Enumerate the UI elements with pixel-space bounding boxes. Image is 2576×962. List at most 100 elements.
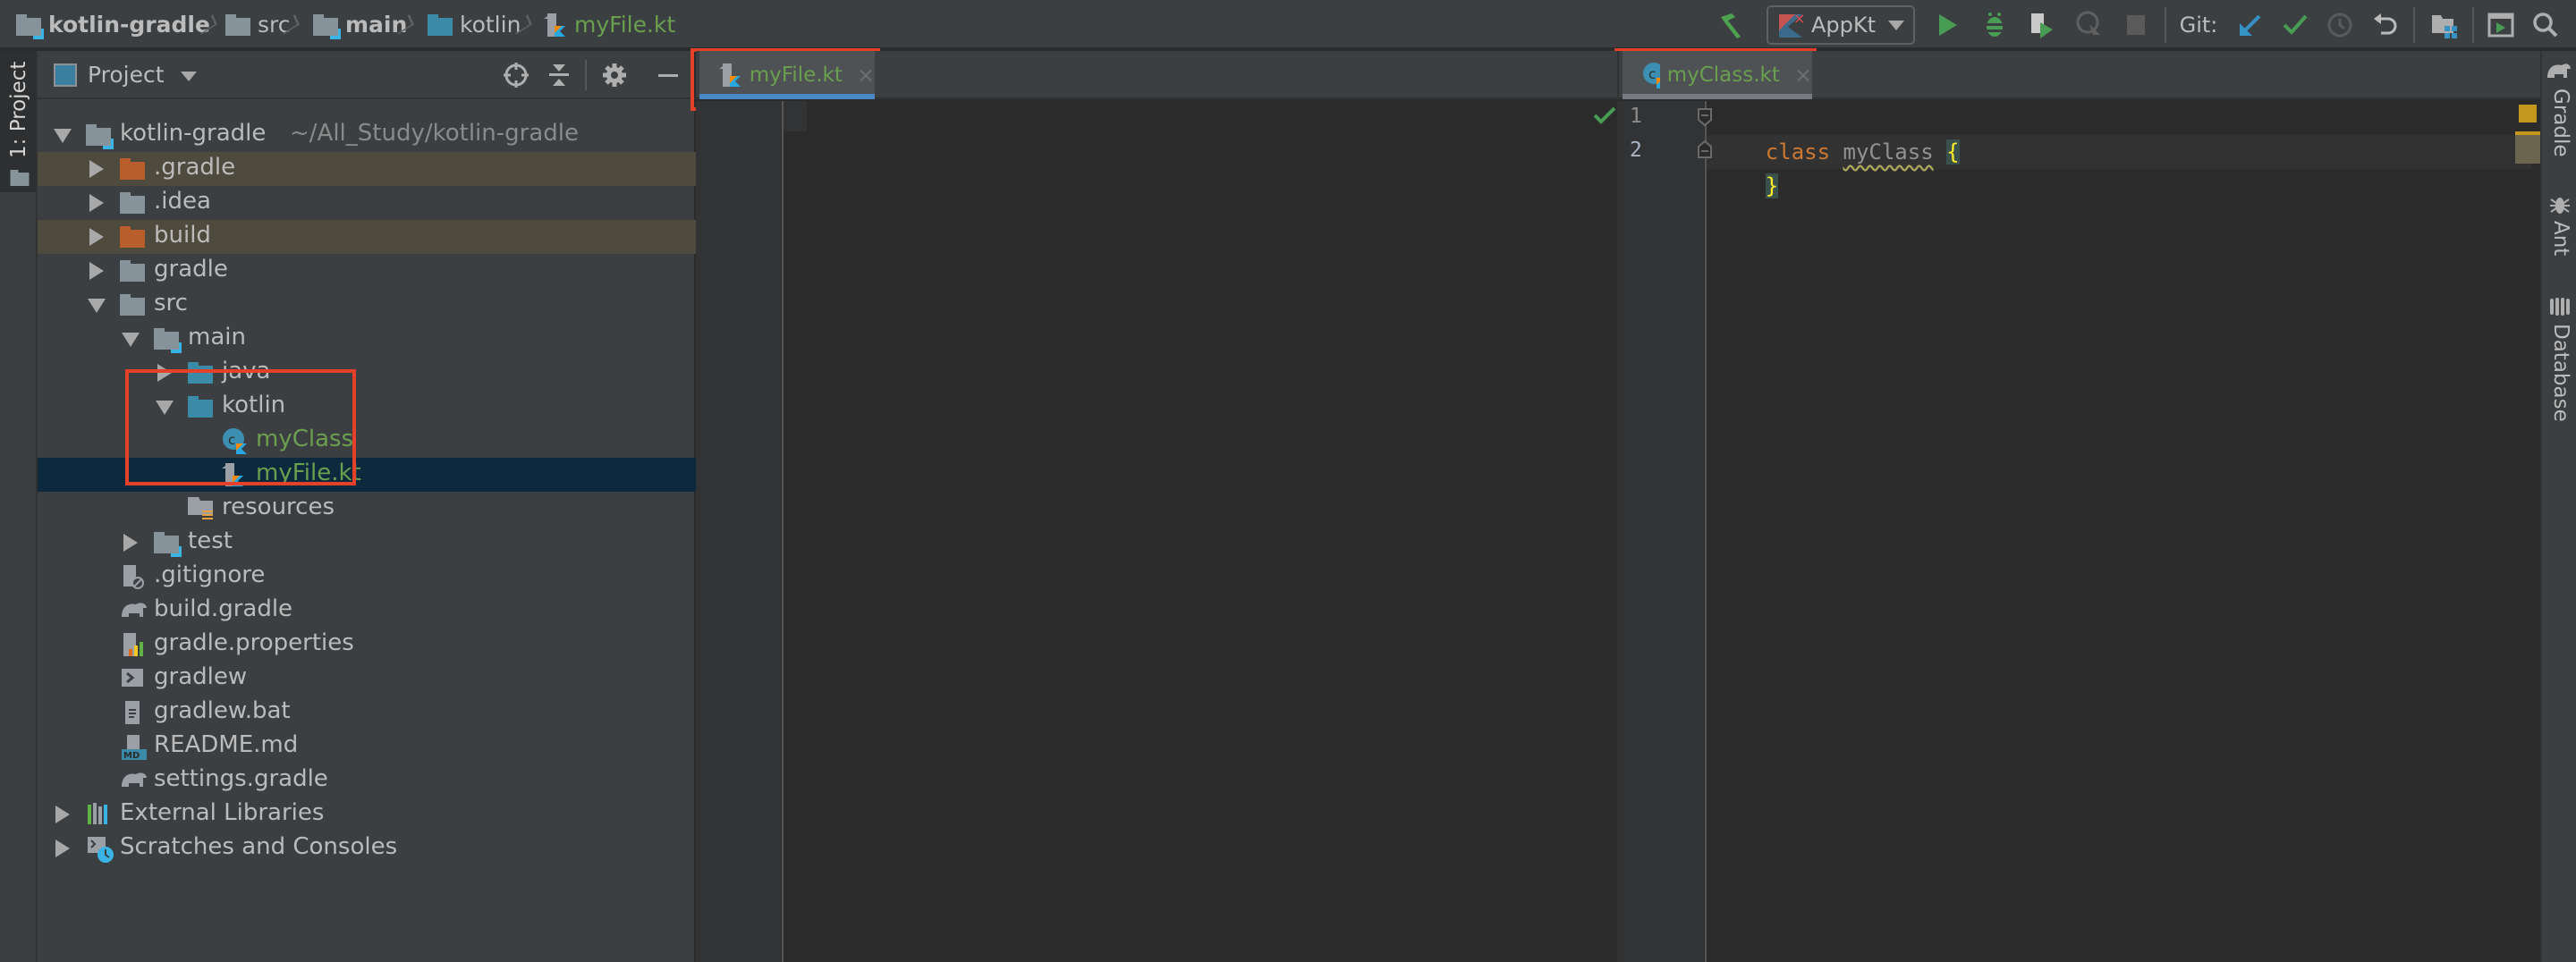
collapsed-arrow-icon[interactable]	[123, 534, 138, 552]
tree-item-idea[interactable]: .idea	[38, 186, 696, 220]
source-folder-icon	[428, 13, 453, 36]
stripe-tab-project[interactable]: 1: Project	[0, 51, 36, 192]
tree-item-myclass[interactable]: c myClass	[38, 424, 696, 458]
project-view-selector[interactable]: Project	[88, 62, 197, 88]
tree-item-resources[interactable]: resources	[38, 492, 696, 526]
expanded-arrow-icon[interactable]	[122, 333, 140, 347]
tree-item-scratches-and-consoles[interactable]: Scratches and Consoles	[38, 831, 696, 865]
tree-item-label: Scratches and Consoles	[120, 833, 398, 860]
close-tab-icon[interactable]: ×	[857, 63, 875, 88]
tree-item-kotlin-gradle[interactable]: kotlin-gradle ~/All_Study/kotlin-gradle	[38, 118, 696, 152]
tree-item-external-libraries[interactable]: External Libraries	[38, 797, 696, 831]
collapse-all-icon[interactable]	[546, 62, 572, 89]
tree-item-kotlin[interactable]: kotlin	[38, 390, 696, 424]
git-history-icon[interactable]	[2322, 7, 2358, 43]
right-tool-stripe: Gradle Ant Database	[2540, 51, 2576, 962]
tree-item-src[interactable]: src	[38, 288, 696, 322]
collapsed-arrow-icon[interactable]	[55, 840, 70, 857]
collapsed-arrow-icon[interactable]	[89, 262, 104, 280]
stripe-tab-database[interactable]: Database	[2542, 324, 2576, 467]
tree-item-java[interactable]: java	[38, 356, 696, 390]
tree-item-main[interactable]: main	[38, 322, 696, 356]
tree-item-label: src	[154, 290, 188, 316]
fold-marker-icon[interactable]	[1697, 139, 1713, 163]
module-folder-icon	[86, 124, 114, 149]
stripe-tab-gradle[interactable]: Gradle	[2542, 89, 2576, 182]
collapsed-arrow-icon[interactable]	[89, 194, 104, 212]
expanded-arrow-icon[interactable]	[88, 299, 106, 313]
tree-item-readme-md[interactable]: MD README.md	[38, 730, 696, 764]
tree-item-label: README.md	[154, 731, 299, 758]
git-update-icon[interactable]	[2233, 7, 2268, 43]
tree-item-gitignore[interactable]: .gitignore	[38, 560, 696, 594]
fold-marker-icon[interactable]	[1697, 107, 1713, 131]
tree-item-test[interactable]: test	[38, 526, 696, 560]
warning-marker-icon[interactable]	[2519, 105, 2537, 122]
collapsed-arrow-icon[interactable]	[157, 364, 172, 382]
tree-item-settings-gradle[interactable]: settings.gradle	[38, 764, 696, 797]
tree-item-build-gradle[interactable]: build.gradle	[38, 594, 696, 628]
expanded-arrow-icon[interactable]	[54, 129, 72, 143]
kotlin-run-config-icon: ×	[1779, 11, 1805, 38]
shell-script-icon	[120, 665, 145, 687]
locate-file-icon[interactable]	[503, 62, 530, 89]
markdown-file-icon: MD	[120, 733, 147, 761]
git-commit-icon[interactable]	[2277, 7, 2313, 43]
folder-icon	[120, 192, 145, 214]
terminal-icon[interactable]	[2483, 7, 2519, 43]
tree-item-label: main	[188, 324, 246, 350]
breadcrumb-kotlin-gradle[interactable]: kotlin-gradle	[16, 0, 210, 49]
tree-item-label: .idea	[154, 188, 211, 215]
stripe-tab-ant[interactable]: Ant	[2542, 221, 2576, 283]
close-brace: }	[1765, 173, 1779, 198]
close-tab-icon[interactable]: ×	[1794, 63, 1812, 88]
run-with-coverage-icon[interactable]	[2023, 7, 2059, 43]
run-icon[interactable]	[1932, 7, 1964, 43]
tree-item-build[interactable]: build	[38, 220, 696, 254]
stop-icon[interactable]	[2120, 7, 2152, 43]
tree-item-label: gradlew.bat	[154, 697, 291, 724]
run-configuration-dropdown[interactable]: × AppKt	[1767, 5, 1915, 45]
line-number: 1	[1630, 105, 1642, 128]
svg-text:MD: MD	[123, 751, 140, 760]
collapsed-arrow-icon[interactable]	[89, 160, 104, 178]
folder-icon	[120, 294, 145, 316]
breadcrumb-myfile[interactable]: myFile.kt	[544, 0, 675, 49]
tree-item-gradle-properties[interactable]: gradle.properties	[38, 628, 696, 662]
collapsed-arrow-icon[interactable]	[89, 228, 104, 246]
toolbar-separator	[2165, 7, 2166, 43]
breadcrumb-kotlin[interactable]: kotlin	[428, 0, 521, 49]
module-folder-icon	[154, 328, 182, 353]
hide-panel-icon[interactable]	[655, 62, 682, 89]
tree-item-myfile-kt[interactable]: myFile.kt	[38, 458, 696, 492]
database-icon	[2549, 297, 2571, 320]
properties-file-icon	[120, 631, 145, 656]
tree-item-label: kotlin-gradle	[120, 120, 267, 147]
tree-item-gradle[interactable]: gradle	[38, 254, 696, 288]
editor-right[interactable]: c myClass.kt × 1 2 class myClass { }	[1593, 51, 2540, 962]
kotlin-file-icon	[719, 63, 741, 87]
text-file-icon	[120, 699, 145, 724]
tree-item-gradlew[interactable]: gradlew	[38, 662, 696, 696]
project-structure-icon[interactable]	[2426, 7, 2462, 43]
tree-item-label: resources	[222, 494, 335, 520]
tab-myfile-kt[interactable]: myFile.kt ×	[699, 51, 875, 99]
search-icon[interactable]	[2528, 7, 2563, 43]
tree-item-label: External Libraries	[120, 799, 325, 826]
tree-item-gradle[interactable]: .gradle	[38, 152, 696, 186]
debug-icon[interactable]	[1977, 7, 2012, 43]
tree-item-label: .gitignore	[154, 561, 266, 588]
git-rollback-icon[interactable]	[2367, 7, 2402, 43]
editor-left[interactable]: myFile.kt ×	[696, 51, 1617, 962]
expanded-arrow-icon[interactable]	[156, 401, 174, 415]
collapsed-arrow-icon[interactable]	[55, 806, 70, 823]
error-stripe-region[interactable]	[2515, 135, 2540, 164]
module-folder-icon	[154, 532, 182, 557]
tab-myclass-kt[interactable]: c myClass.kt ×	[1623, 51, 1812, 99]
settings-gear-icon[interactable]	[601, 62, 628, 89]
build-hammer-icon[interactable]	[1713, 7, 1749, 43]
navigation-bar: kotlin-gradle src main kotlin myFile.kt …	[0, 0, 2576, 49]
gradle-elephant-icon	[120, 597, 147, 619]
tree-item-gradlew-bat[interactable]: gradlew.bat	[38, 696, 696, 730]
profile-icon[interactable]	[2072, 7, 2107, 43]
